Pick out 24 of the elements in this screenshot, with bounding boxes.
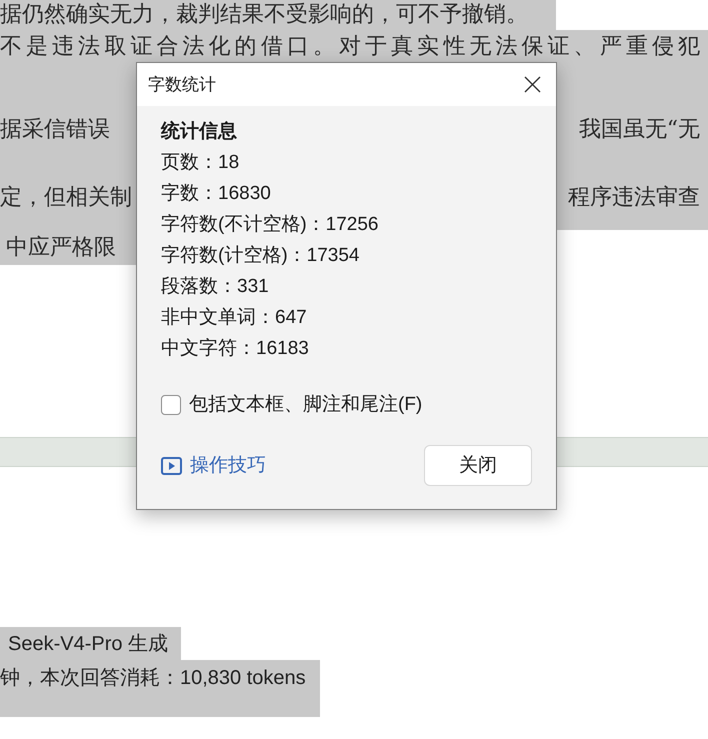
dialog-title: 字数统计 — [148, 74, 216, 96]
stat-row-text: 段落数：331 — [161, 275, 269, 299]
close-button[interactable]: 关闭 — [424, 445, 532, 486]
document-text: 定，但相关制 — [0, 184, 132, 210]
checkbox-label[interactable]: 包括文本框、脚注和尾注(F) — [189, 389, 422, 420]
play-icon — [161, 456, 182, 474]
document-text: 程序违法审查 — [568, 184, 700, 210]
document-text: 不是违法取证合法化的借口。对于真实性无法保证、严重侵犯 — [0, 34, 700, 60]
stat-row-text: 中文字符：16183 — [161, 337, 309, 361]
stat-row-text: 字数：16830 — [161, 182, 271, 206]
tips-link[interactable]: 操作技巧 — [161, 450, 266, 481]
document-text: 中应严格限 — [6, 234, 116, 260]
document-text: Seek-V4-Pro 生成 — [8, 632, 168, 656]
document-text: 我国虽无“无 — [578, 117, 700, 143]
checkbox[interactable] — [161, 394, 181, 414]
stat-row-text: 非中文单词：647 — [161, 306, 307, 330]
document-text: 钟，本次回答消耗：10,830 tokens — [0, 666, 306, 691]
document-text: 据采信错误 — [0, 117, 110, 143]
section-heading: 统计信息 — [161, 120, 237, 144]
stat-row-text: 页数：18 — [161, 151, 240, 175]
stat-row-text: 字符数(不计空格)：17256 — [161, 213, 378, 237]
stat-row-text: 字符数(计空格)：17354 — [161, 244, 360, 268]
close-icon — [524, 76, 540, 93]
document-text: 据仍然确实无力，裁判结果不受影响的，可不予撤销。 — [0, 2, 528, 28]
